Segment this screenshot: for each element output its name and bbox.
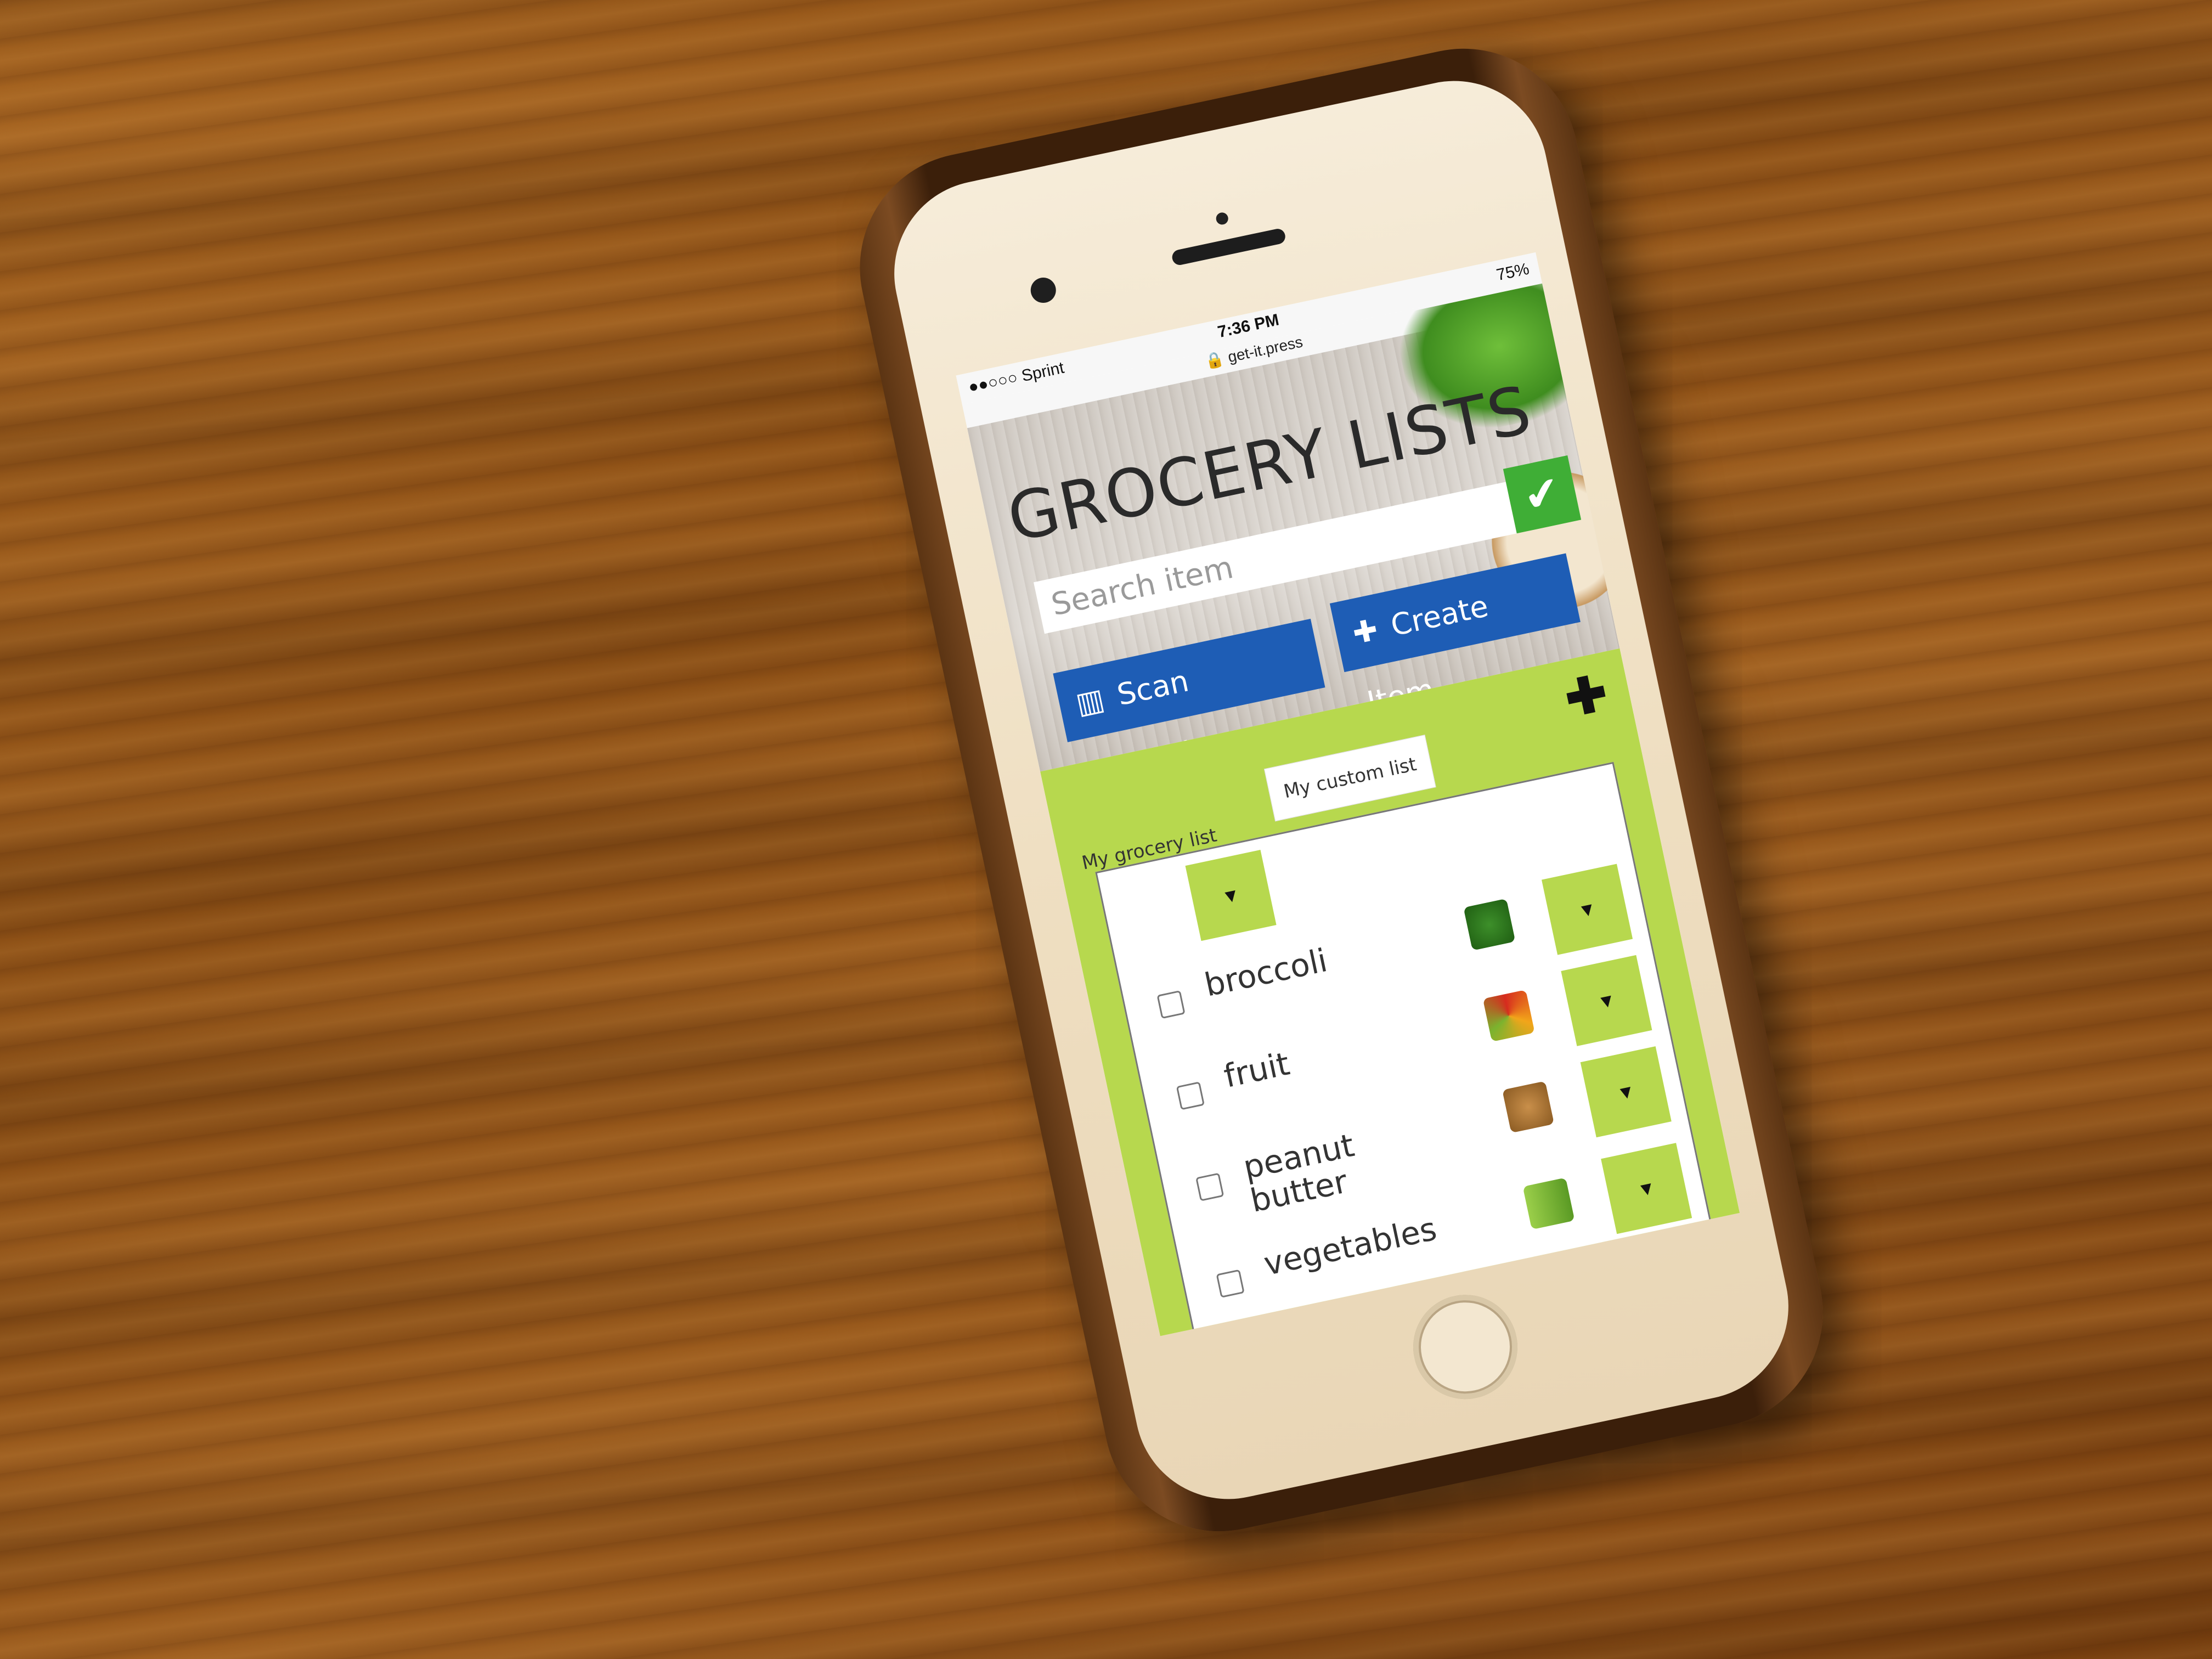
checkmark-icon: ✔ xyxy=(1519,466,1565,522)
create-item-button[interactable]: ✚Create Item xyxy=(1329,553,1581,720)
broccoli-icon xyxy=(1463,898,1516,951)
caret-down-icon: ▾ xyxy=(1598,988,1615,1014)
item-dropdown-button[interactable]: ▾ xyxy=(1561,955,1652,1046)
earpiece-speaker xyxy=(1171,227,1287,267)
phone-body: ●●○○○ Sprint 7:36 PM 75% 🔒 get-it.press … xyxy=(877,63,1806,1517)
plus-icon: ✚ xyxy=(1560,665,1612,728)
item-name: fruit xyxy=(1220,1045,1293,1095)
front-camera xyxy=(1028,275,1059,306)
item-checkbox[interactable] xyxy=(1176,1081,1205,1110)
lists-section: ✚ My grocery list My custom list ▾ brocc… xyxy=(1040,648,1740,1336)
caret-down-icon: ▾ xyxy=(1579,896,1595,923)
plus-icon: ✚ xyxy=(1349,612,1381,651)
caret-down-icon: ▾ xyxy=(1638,1175,1655,1201)
home-button[interactable] xyxy=(1403,1285,1527,1409)
list-dropdown-button[interactable]: ▾ xyxy=(1185,850,1277,941)
item-dropdown-button[interactable]: ▾ xyxy=(1542,864,1633,955)
peanut-butter-icon xyxy=(1502,1081,1555,1133)
barcode-icon: ▥ xyxy=(1073,681,1108,721)
lock-icon: 🔒 xyxy=(1203,349,1226,371)
phone: ●●○○○ Sprint 7:36 PM 75% 🔒 get-it.press … xyxy=(838,27,1844,1553)
item-name: vegetables xyxy=(1260,1210,1440,1283)
caret-down-icon: ▾ xyxy=(1223,882,1239,909)
proximity-sensor xyxy=(1215,211,1229,226)
item-dropdown-button[interactable]: ▾ xyxy=(1601,1143,1692,1234)
item-checkbox[interactable] xyxy=(1195,1172,1224,1201)
item-name: broccoli xyxy=(1201,941,1331,1004)
fruit-icon xyxy=(1482,990,1535,1042)
add-list-button[interactable]: ✚ xyxy=(1560,664,1613,729)
item-checkbox[interactable] xyxy=(1156,990,1186,1019)
item-checkbox[interactable] xyxy=(1216,1269,1245,1298)
item-dropdown-button[interactable]: ▾ xyxy=(1580,1046,1672,1138)
vegetables-icon xyxy=(1522,1177,1575,1230)
caret-down-icon: ▾ xyxy=(1618,1079,1634,1105)
search-submit-button[interactable]: ✔ xyxy=(1503,455,1582,534)
